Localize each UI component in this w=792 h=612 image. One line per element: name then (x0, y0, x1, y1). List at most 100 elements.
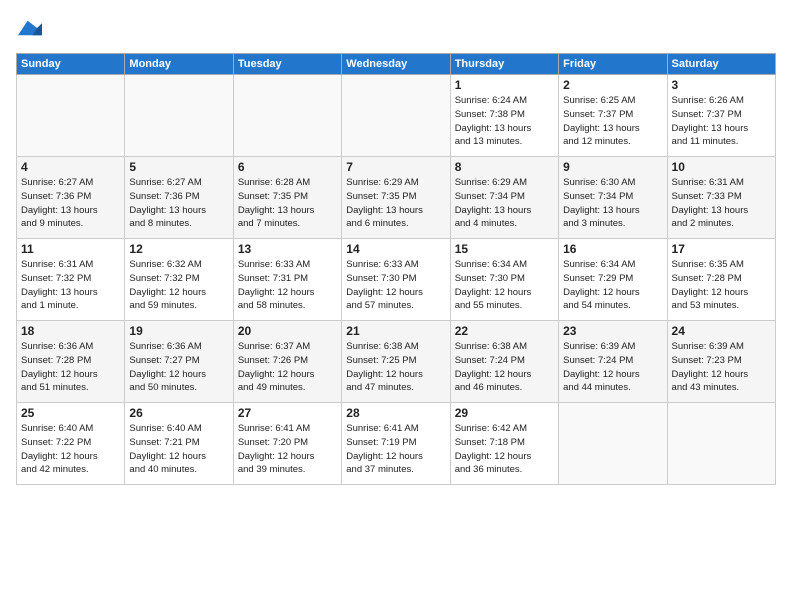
day-cell: 16 Sunrise: 6:34 AM Sunset: 7:29 PM Dayli… (559, 239, 667, 321)
day-header-thursday: Thursday (450, 54, 558, 75)
day-info: Sunrise: 6:25 AM Sunset: 7:37 PM Dayligh… (563, 94, 662, 149)
day-info: Sunrise: 6:41 AM Sunset: 7:20 PM Dayligh… (238, 422, 337, 477)
day-number: 27 (238, 406, 337, 420)
day-info: Sunrise: 6:32 AM Sunset: 7:32 PM Dayligh… (129, 258, 228, 313)
day-cell: 5 Sunrise: 6:27 AM Sunset: 7:36 PM Daylig… (125, 157, 233, 239)
day-info: Sunrise: 6:38 AM Sunset: 7:24 PM Dayligh… (455, 340, 554, 395)
day-info: Sunrise: 6:30 AM Sunset: 7:34 PM Dayligh… (563, 176, 662, 231)
day-number: 21 (346, 324, 445, 338)
day-cell: 26 Sunrise: 6:40 AM Sunset: 7:21 PM Dayli… (125, 403, 233, 485)
week-row-5: 25Sunrise: 6:40 AM Sunset: 7:22 PM Dayli… (17, 403, 776, 485)
logo (16, 16, 42, 45)
day-cell: 14 Sunrise: 6:33 AM Sunset: 7:30 PM Dayli… (342, 239, 450, 321)
day-info: Sunrise: 6:39 AM Sunset: 7:24 PM Dayligh… (563, 340, 662, 395)
day-cell (667, 403, 775, 485)
day-number: 12 (129, 242, 228, 256)
day-header-sunday: Sunday (17, 54, 125, 75)
day-info: Sunrise: 6:34 AM Sunset: 7:30 PM Dayligh… (455, 258, 554, 313)
day-header-monday: Monday (125, 54, 233, 75)
day-info: Sunrise: 6:28 AM Sunset: 7:35 PM Dayligh… (238, 176, 337, 231)
day-info: Sunrise: 6:27 AM Sunset: 7:36 PM Dayligh… (129, 176, 228, 231)
day-number: 1 (455, 78, 554, 92)
day-number: 14 (346, 242, 445, 256)
day-info: Sunrise: 6:34 AM Sunset: 7:29 PM Dayligh… (563, 258, 662, 313)
day-cell: 1 Sunrise: 6:24 AM Sunset: 7:38 PM Daylig… (450, 75, 558, 157)
day-cell: 23 Sunrise: 6:39 AM Sunset: 7:24 PM Dayli… (559, 321, 667, 403)
day-number: 8 (455, 160, 554, 174)
day-cell: 27 Sunrise: 6:41 AM Sunset: 7:20 PM Dayli… (233, 403, 341, 485)
day-number: 15 (455, 242, 554, 256)
day-cell: 21 Sunrise: 6:38 AM Sunset: 7:25 PM Dayli… (342, 321, 450, 403)
day-cell: 15 Sunrise: 6:34 AM Sunset: 7:30 PM Dayli… (450, 239, 558, 321)
day-number: 23 (563, 324, 662, 338)
day-info: Sunrise: 6:33 AM Sunset: 7:31 PM Dayligh… (238, 258, 337, 313)
day-cell: 3Sunrise: 6:26 AM Sunset: 7:37 PM Daylig… (667, 75, 775, 157)
day-number: 2 (563, 78, 662, 92)
week-row-4: 18Sunrise: 6:36 AM Sunset: 7:28 PM Dayli… (17, 321, 776, 403)
day-number: 13 (238, 242, 337, 256)
day-number: 29 (455, 406, 554, 420)
day-header-tuesday: Tuesday (233, 54, 341, 75)
day-cell: 13 Sunrise: 6:33 AM Sunset: 7:31 PM Dayli… (233, 239, 341, 321)
day-cell (342, 75, 450, 157)
day-cell: 9Sunrise: 6:30 AM Sunset: 7:34 PM Daylig… (559, 157, 667, 239)
calendar-page: SundayMondayTuesdayWednesdayThursdayFrid… (0, 0, 792, 612)
day-cell (233, 75, 341, 157)
day-number: 19 (129, 324, 228, 338)
day-info: Sunrise: 6:27 AM Sunset: 7:36 PM Dayligh… (21, 176, 120, 231)
day-cell: 18Sunrise: 6:36 AM Sunset: 7:28 PM Dayli… (17, 321, 125, 403)
day-number: 28 (346, 406, 445, 420)
day-info: Sunrise: 6:31 AM Sunset: 7:32 PM Dayligh… (21, 258, 120, 313)
header (16, 12, 776, 45)
logo-icon (18, 16, 42, 40)
header-row: SundayMondayTuesdayWednesdayThursdayFrid… (17, 54, 776, 75)
day-cell: 25Sunrise: 6:40 AM Sunset: 7:22 PM Dayli… (17, 403, 125, 485)
day-number: 25 (21, 406, 120, 420)
day-header-wednesday: Wednesday (342, 54, 450, 75)
day-info: Sunrise: 6:39 AM Sunset: 7:23 PM Dayligh… (672, 340, 771, 395)
day-number: 22 (455, 324, 554, 338)
day-cell (125, 75, 233, 157)
day-info: Sunrise: 6:31 AM Sunset: 7:33 PM Dayligh… (672, 176, 771, 231)
day-number: 7 (346, 160, 445, 174)
day-cell: 22 Sunrise: 6:38 AM Sunset: 7:24 PM Dayli… (450, 321, 558, 403)
day-cell: 10 Sunrise: 6:31 AM Sunset: 7:33 PM Dayli… (667, 157, 775, 239)
day-info: Sunrise: 6:36 AM Sunset: 7:27 PM Dayligh… (129, 340, 228, 395)
day-info: Sunrise: 6:24 AM Sunset: 7:38 PM Dayligh… (455, 94, 554, 149)
day-info: Sunrise: 6:33 AM Sunset: 7:30 PM Dayligh… (346, 258, 445, 313)
day-cell: 7 Sunrise: 6:29 AM Sunset: 7:35 PM Daylig… (342, 157, 450, 239)
day-number: 24 (672, 324, 771, 338)
day-header-saturday: Saturday (667, 54, 775, 75)
day-header-friday: Friday (559, 54, 667, 75)
day-info: Sunrise: 6:36 AM Sunset: 7:28 PM Dayligh… (21, 340, 120, 395)
day-cell: 28Sunrise: 6:41 AM Sunset: 7:19 PM Dayli… (342, 403, 450, 485)
day-number: 26 (129, 406, 228, 420)
day-number: 20 (238, 324, 337, 338)
day-cell: 4 Sunrise: 6:27 AM Sunset: 7:36 PM Daylig… (17, 157, 125, 239)
day-cell: 2 Sunrise: 6:25 AM Sunset: 7:37 PM Daylig… (559, 75, 667, 157)
day-cell: 17Sunrise: 6:35 AM Sunset: 7:28 PM Dayli… (667, 239, 775, 321)
calendar-table: SundayMondayTuesdayWednesdayThursdayFrid… (16, 53, 776, 485)
day-number: 5 (129, 160, 228, 174)
day-info: Sunrise: 6:38 AM Sunset: 7:25 PM Dayligh… (346, 340, 445, 395)
day-info: Sunrise: 6:42 AM Sunset: 7:18 PM Dayligh… (455, 422, 554, 477)
day-number: 6 (238, 160, 337, 174)
day-info: Sunrise: 6:40 AM Sunset: 7:21 PM Dayligh… (129, 422, 228, 477)
day-cell: 20Sunrise: 6:37 AM Sunset: 7:26 PM Dayli… (233, 321, 341, 403)
day-info: Sunrise: 6:29 AM Sunset: 7:34 PM Dayligh… (455, 176, 554, 231)
day-cell: 6 Sunrise: 6:28 AM Sunset: 7:35 PM Daylig… (233, 157, 341, 239)
day-number: 10 (672, 160, 771, 174)
day-number: 16 (563, 242, 662, 256)
day-cell: 24 Sunrise: 6:39 AM Sunset: 7:23 PM Dayli… (667, 321, 775, 403)
day-info: Sunrise: 6:29 AM Sunset: 7:35 PM Dayligh… (346, 176, 445, 231)
day-cell (559, 403, 667, 485)
day-cell: 12 Sunrise: 6:32 AM Sunset: 7:32 PM Dayli… (125, 239, 233, 321)
day-cell: 29 Sunrise: 6:42 AM Sunset: 7:18 PM Dayli… (450, 403, 558, 485)
day-cell (17, 75, 125, 157)
day-number: 17 (672, 242, 771, 256)
week-row-3: 11Sunrise: 6:31 AM Sunset: 7:32 PM Dayli… (17, 239, 776, 321)
day-number: 3 (672, 78, 771, 92)
week-row-1: 1 Sunrise: 6:24 AM Sunset: 7:38 PM Daylig… (17, 75, 776, 157)
day-cell: 19 Sunrise: 6:36 AM Sunset: 7:27 PM Dayli… (125, 321, 233, 403)
day-number: 4 (21, 160, 120, 174)
